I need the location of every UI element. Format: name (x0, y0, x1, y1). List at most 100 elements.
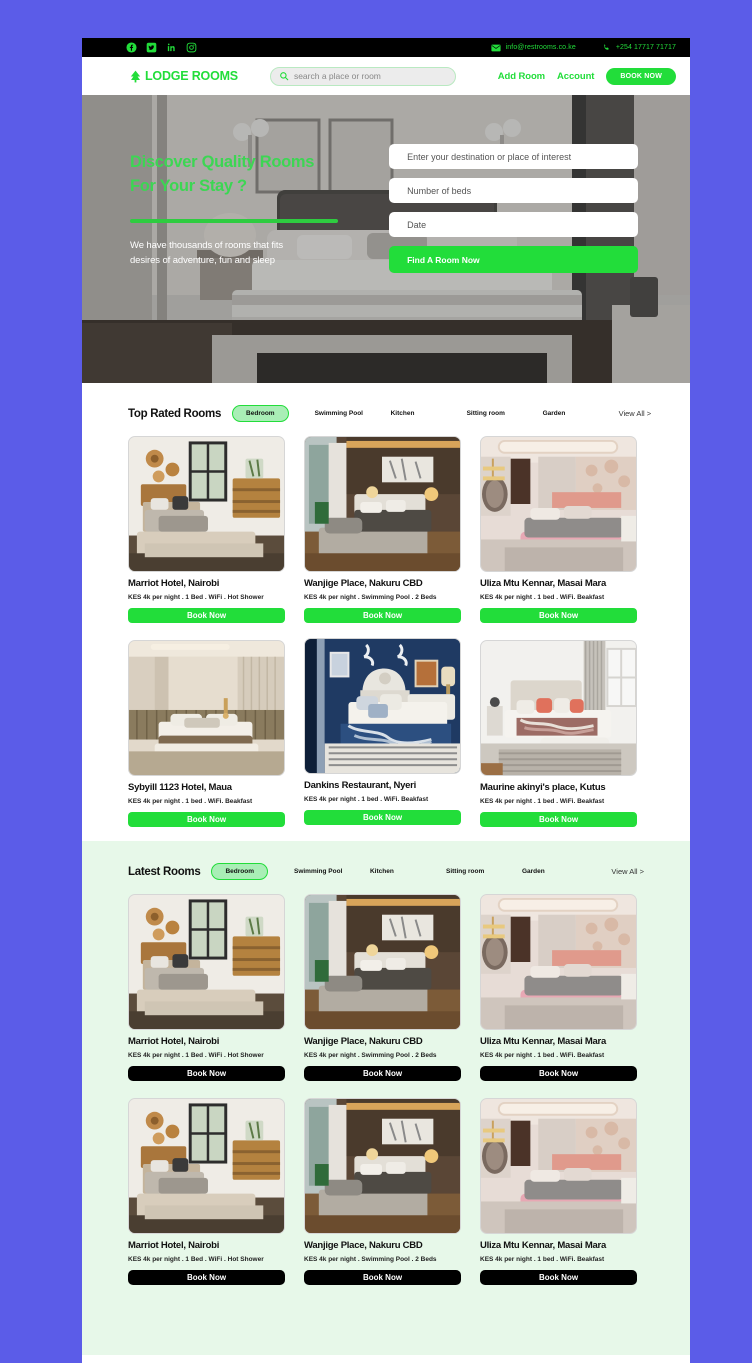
room-image (304, 638, 461, 774)
room-image (480, 894, 637, 1030)
room-card-row: Sybyill 1123 Hotel, Maua KES 4k per night… (128, 638, 644, 827)
room-title: Wanjige Place, Nakuru CBD (304, 578, 423, 589)
contact-info: info@restrooms.co.ke +254 17717 71717 (491, 43, 676, 52)
tab-sitting-room[interactable]: Sitting room (446, 868, 522, 875)
room-meta: KES 4k per night . 1 bed . WiFi. Beakfas… (304, 796, 429, 803)
room-title: Uliza Mtu Kennar, Masai Mara (480, 1240, 607, 1251)
book-now-button[interactable]: Book Now (480, 608, 637, 623)
room-sections: Top Rated Rooms Bedroom Swimming Pool Kitch… (82, 383, 690, 1355)
room-meta: KES 4k per night . 1 bed . WiFi. Beakfas… (128, 798, 253, 805)
room-meta: KES 4k per night . 1 bed . WiFi. Beakfas… (480, 594, 605, 601)
book-now-button[interactable]: Book Now (304, 608, 461, 623)
room-card[interactable]: Uliza Mtu Kennar, Masai Mara KES 4k per n… (480, 1098, 637, 1285)
beds-placeholder: Number of beds (407, 185, 472, 196)
twitter-icon[interactable] (146, 42, 157, 53)
brand-logo[interactable]: LODGE ROOMS (128, 69, 238, 84)
search-input[interactable]: search a place or room (269, 66, 456, 86)
tab-swimming-pool[interactable]: Swimming Pool (315, 410, 391, 417)
search-placeholder: search a place or room (293, 71, 381, 81)
room-image (128, 894, 285, 1030)
facebook-icon[interactable] (126, 42, 137, 53)
date-input[interactable]: Date (389, 212, 638, 237)
book-now-button[interactable]: Book Now (480, 1066, 637, 1081)
section-title: Latest Rooms (128, 865, 201, 878)
section-header: Top Rated Rooms Bedroom Swimming Pool Kitch… (128, 405, 651, 422)
room-card[interactable]: Sybyill 1123 Hotel, Maua KES 4k per night… (128, 640, 285, 827)
hero-title-line1: Discover Quality Rooms (130, 153, 315, 171)
room-image (480, 436, 637, 572)
mail-icon (491, 44, 501, 51)
book-now-button[interactable]: Book Now (304, 1270, 461, 1285)
find-a-room-button[interactable]: Find A Room Now (389, 246, 638, 273)
room-card[interactable]: Uliza Mtu Kennar, Masai Mara KES 4k per n… (480, 436, 637, 623)
room-meta: KES 4k per night . 1 Bed . WiFi . Hot Sh… (128, 1052, 264, 1059)
room-title: Wanjige Place, Nakuru CBD (304, 1036, 423, 1047)
view-all-link[interactable]: View All > (619, 409, 652, 418)
tree-logo-icon (128, 69, 143, 84)
room-image (480, 1098, 637, 1234)
book-now-button[interactable]: Book Now (480, 1270, 637, 1285)
tab-bedroom-active[interactable]: Bedroom (232, 405, 289, 422)
tab-bedroom-active[interactable]: Bedroom (211, 863, 268, 880)
email-text: info@restrooms.co.ke (505, 44, 576, 51)
instagram-icon[interactable] (186, 42, 197, 53)
room-meta: KES 4k per night . 1 Bed . WiFi . Hot Sh… (128, 594, 264, 601)
tab-sitting-room[interactable]: Sitting room (467, 410, 543, 417)
tab-kitchen[interactable]: Kitchen (391, 410, 467, 417)
main-navbar: LODGE ROOMS search a place or room Add R… (82, 57, 690, 95)
room-title: Uliza Mtu Kennar, Masai Mara (480, 578, 607, 589)
room-card[interactable]: Marriot Hotel, Nairobi KES 4k per night .… (128, 436, 285, 623)
hero-subtitle: We have thousands of rooms that fits des… (130, 239, 345, 268)
room-card-row: Marriot Hotel, Nairobi KES 4k per night .… (128, 436, 644, 623)
room-card[interactable]: Uliza Mtu Kennar, Masai Mara KES 4k per n… (480, 894, 637, 1081)
beds-input[interactable]: Number of beds (389, 178, 638, 203)
nav-link-add-room[interactable]: Add Room (498, 71, 545, 82)
room-card[interactable]: Wanjige Place, Nakuru CBD KES 4k per nigh… (304, 1098, 461, 1285)
view-all-link[interactable]: View All > (611, 867, 644, 876)
room-title: Uliza Mtu Kennar, Masai Mara (480, 1036, 607, 1047)
book-now-button[interactable]: BOOK NOW (606, 67, 676, 85)
section-top-rated: Top Rated Rooms Bedroom Swimming Pool Kitch… (82, 383, 690, 841)
room-card-row: Marriot Hotel, Nairobi KES 4k per night .… (128, 894, 644, 1081)
search-icon (280, 72, 289, 81)
book-now-button[interactable]: Book Now (128, 608, 285, 623)
email-contact[interactable]: info@restrooms.co.ke (491, 44, 576, 52)
room-card[interactable]: Marriot Hotel, Nairobi KES 4k per night .… (128, 1098, 285, 1285)
book-now-button[interactable]: Book Now (304, 810, 461, 825)
destination-input[interactable]: Enter your destination or place of inter… (389, 144, 638, 169)
room-meta: KES 4k per night . 1 bed . WiFi. Beakfas… (480, 1052, 605, 1059)
room-card[interactable]: Maurine akinyi's place, Kutus KES 4k per … (480, 640, 637, 827)
room-title: Dankins Restaurant, Nyeri (304, 780, 417, 791)
tab-swimming-pool[interactable]: Swimming Pool (294, 868, 370, 875)
book-now-button[interactable]: Book Now (128, 1066, 285, 1081)
tab-garden[interactable]: Garden (543, 410, 619, 417)
phone-icon (604, 44, 609, 50)
room-title: Maurine akinyi's place, Kutus (480, 782, 606, 793)
room-title: Marriot Hotel, Nairobi (128, 1036, 220, 1047)
tab-garden[interactable]: Garden (522, 868, 598, 875)
book-now-button[interactable]: Book Now (480, 812, 637, 827)
section-latest: Latest Rooms Bedroom Swimming Pool Kitchen S… (82, 841, 690, 1355)
linkedin-icon[interactable] (166, 42, 177, 53)
nav-link-account[interactable]: Account (557, 71, 594, 82)
book-now-button[interactable]: Book Now (304, 1066, 461, 1081)
tab-list: Swimming Pool Kitchen Sitting room Garden (268, 868, 611, 875)
phone-contact[interactable]: +254 17717 71717 (602, 43, 676, 52)
hero-section: Discover Quality Rooms For Your Stay ? W… (82, 95, 690, 383)
room-card[interactable]: Dankins Restaurant, Nyeri KES 4k per nigh… (304, 638, 461, 827)
room-meta: KES 4k per night . Swimming Pool . 2 Bed… (304, 1052, 437, 1059)
room-meta: KES 4k per night . 1 Bed . WiFi . Hot Sh… (128, 1256, 264, 1263)
room-card[interactable]: Wanjige Place, Nakuru CBD KES 4k per nigh… (304, 894, 461, 1081)
section-header: Latest Rooms Bedroom Swimming Pool Kitchen S… (128, 863, 644, 880)
book-now-button[interactable]: Book Now (128, 812, 285, 827)
room-card-row: Marriot Hotel, Nairobi KES 4k per night .… (128, 1098, 644, 1285)
room-image (480, 640, 637, 776)
room-title: Marriot Hotel, Nairobi (128, 578, 220, 589)
book-now-button[interactable]: Book Now (128, 1270, 285, 1285)
tab-kitchen[interactable]: Kitchen (370, 868, 446, 875)
room-card[interactable]: Wanjige Place, Nakuru CBD KES 4k per nigh… (304, 436, 461, 623)
social-links (126, 42, 197, 53)
room-card[interactable]: Marriot Hotel, Nairobi KES 4k per night .… (128, 894, 285, 1081)
section-title: Top Rated Rooms (128, 407, 222, 420)
hero-subtitle-line1: We have thousands of rooms that fits (130, 239, 284, 251)
